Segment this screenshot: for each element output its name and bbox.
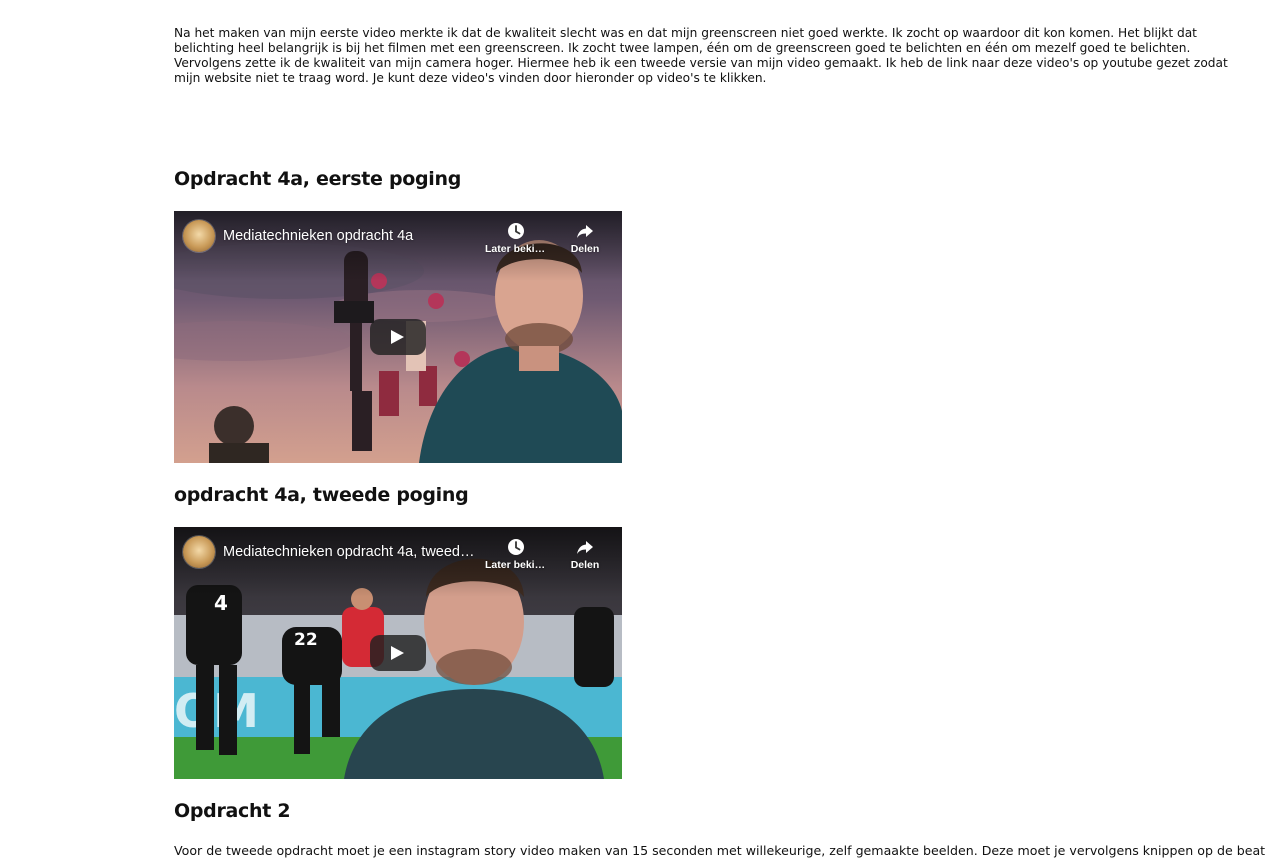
paragraph-line: Voor de tweede opdracht moet je een inst… bbox=[174, 843, 1266, 858]
intro-line: belichting heel belangrijk is bij het fi… bbox=[174, 41, 1191, 55]
channel-avatar-icon[interactable] bbox=[183, 536, 215, 568]
share-button[interactable]: Delen bbox=[554, 537, 616, 571]
assignment-2-paragraph: Voor de tweede opdracht moet je een inst… bbox=[174, 843, 1273, 858]
share-button[interactable]: Delen bbox=[554, 221, 616, 255]
section-heading-second-attempt: opdracht 4a, tweede poging bbox=[174, 484, 469, 506]
play-icon bbox=[391, 646, 404, 660]
video-player-first-attempt[interactable]: Mediatechnieken opdracht 4a Later bekijk… bbox=[174, 211, 622, 463]
intro-line: Vervolgens zette ik de kwaliteit van mij… bbox=[174, 56, 1228, 70]
watch-later-label: Later bekijken bbox=[485, 559, 547, 571]
watch-later-button[interactable]: Later bekijken bbox=[485, 537, 547, 571]
video-title-link[interactable]: Mediatechnieken opdracht 4a bbox=[223, 228, 478, 244]
video-player-second-attempt[interactable]: OM 4 22 Mediatechnieken opdracht 4a, twe… bbox=[174, 527, 622, 779]
watch-later-button[interactable]: Later bekijken bbox=[485, 221, 547, 255]
clock-icon bbox=[508, 539, 524, 555]
share-label: Delen bbox=[570, 559, 600, 571]
play-button[interactable] bbox=[370, 319, 426, 355]
intro-paragraph: Na het maken van mijn eerste video merkt… bbox=[174, 26, 1273, 86]
clock-icon bbox=[508, 223, 524, 239]
section-heading-assignment-2: Opdracht 2 bbox=[174, 800, 291, 822]
share-arrow-icon bbox=[577, 225, 593, 238]
video-title-link[interactable]: Mediatechnieken opdracht 4a, tweede pogi… bbox=[223, 544, 478, 560]
intro-line: mijn website niet te traag word. Je kunt… bbox=[174, 71, 767, 85]
section-heading-first-attempt: Opdracht 4a, eerste poging bbox=[174, 168, 462, 190]
share-label: Delen bbox=[570, 243, 600, 255]
svg-text:OM: OM bbox=[174, 684, 259, 738]
svg-text:22: 22 bbox=[294, 630, 318, 650]
play-icon bbox=[391, 330, 404, 344]
play-button[interactable] bbox=[370, 635, 426, 671]
watch-later-label: Later bekijken bbox=[485, 243, 547, 255]
channel-avatar-icon[interactable] bbox=[183, 220, 215, 252]
intro-line: Na het maken van mijn eerste video merkt… bbox=[174, 26, 1197, 40]
share-arrow-icon bbox=[577, 541, 593, 554]
